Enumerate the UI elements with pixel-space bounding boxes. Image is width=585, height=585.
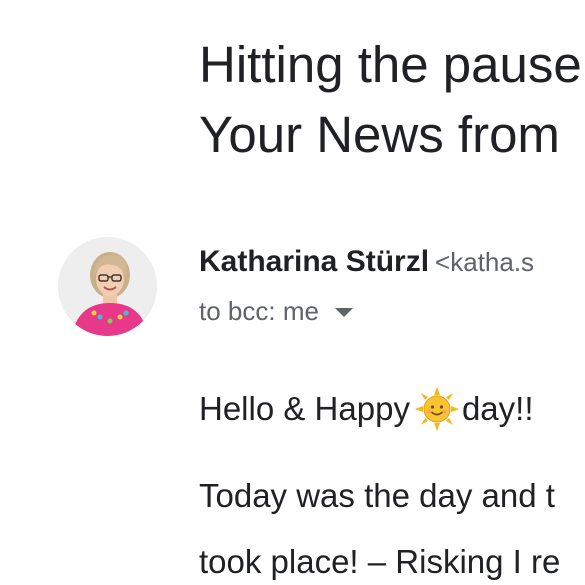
sun-face-icon: [414, 386, 460, 432]
body-line-2: took place! – Risking I re: [199, 543, 561, 580]
subject-line-2: Your News from: [199, 106, 560, 163]
greeting-line: Hello & Happy day!!: [199, 386, 534, 432]
avatar-photo: [58, 237, 157, 336]
show-details-dropdown-icon[interactable]: [334, 307, 353, 317]
sender-avatar[interactable]: [58, 237, 157, 336]
email-subject: Hitting the pause Your News from: [199, 30, 585, 170]
recipients-line: to bcc: me: [199, 292, 353, 330]
sender-email: <katha.s: [435, 247, 535, 277]
recipients-label: to bcc: me: [199, 296, 319, 326]
greeting-text-before: Hello & Happy: [199, 390, 410, 427]
subject-line-1: Hitting the pause: [199, 36, 582, 93]
sender-line: Katharina Stürzl <katha.s: [199, 242, 534, 282]
greeting-text-after: day!!: [461, 390, 534, 427]
sender-name[interactable]: Katharina Stürzl: [199, 245, 429, 278]
body-line-1: Today was the day and t: [199, 477, 555, 514]
